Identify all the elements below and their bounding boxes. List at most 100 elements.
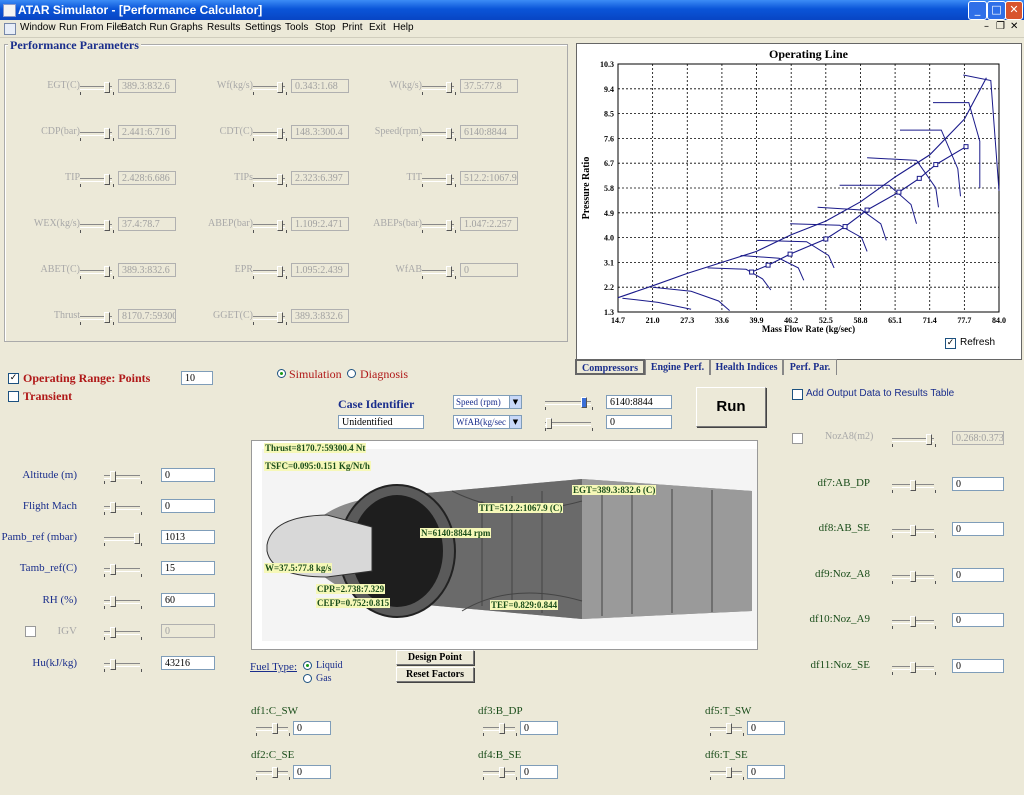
factor-input-df8-ab-se[interactable]: 0 [952,522,1004,536]
input-slider-tamb-ref-c[interactable] [104,564,142,577]
variable-range-input-2[interactable]: 0 [606,415,672,429]
param-range-tit[interactable]: 512.2:1067.9 [460,171,518,185]
param-slider-tip[interactable] [80,174,114,187]
output-variable-select-1[interactable]: Speed (rpm) ▼ [453,395,522,409]
noz-a8-checkbox[interactable] [792,433,803,444]
input-field-flight-mach[interactable]: 0 [161,499,215,513]
close-icon[interactable]: ✕ [1005,1,1023,20]
factor-input-df10-noz-a9[interactable]: 0 [952,613,1004,627]
input-field-pamb-ref-mbar[interactable]: 1013 [161,530,215,544]
input-slider-flight-mach[interactable] [104,502,142,515]
param-range-thrust[interactable]: 8170.7:59300 [118,309,176,323]
input-field-altitude-m[interactable]: 0 [161,468,215,482]
fuel-gas-radio[interactable] [303,674,312,683]
factor-input-df7-ab-dp[interactable]: 0 [952,477,1004,491]
param-slider-abep-bar[interactable] [253,220,287,233]
tab-compressors[interactable]: Compressors [575,359,645,375]
menu-run-from-file[interactable]: Run From File [59,22,122,33]
menu-exit[interactable]: Exit [369,22,386,33]
param-slider-thrust[interactable] [80,312,114,325]
param-slider-wfab[interactable] [422,266,456,279]
menu-graphs[interactable]: Graphs [170,22,203,33]
param-range-tips[interactable]: 2.323:6.397 [291,171,349,185]
igv-checkbox[interactable] [25,626,36,637]
run-button[interactable]: Run [696,387,766,427]
points-input[interactable]: 10 [181,371,213,385]
factor-slider-df6-t-se[interactable] [710,767,744,780]
param-range-gget-c[interactable]: 389.3:832.6 [291,309,349,323]
factor-slider-df7-ab-dp[interactable] [892,480,936,493]
param-range-egt-c[interactable]: 389.3:832.6 [118,79,176,93]
document-icon[interactable] [4,23,16,35]
factor-slider-df10-noz-a9[interactable] [892,616,936,629]
menu-results[interactable]: Results [207,22,240,33]
diagnosis-radio[interactable] [347,369,356,378]
app-icon[interactable] [3,4,16,17]
operating-range-checkbox[interactable]: ✓ [8,373,19,384]
input-field-tamb-ref-c[interactable]: 15 [161,561,215,575]
menu-print[interactable]: Print [342,22,363,33]
factor-input-df1-c-sw[interactable]: 0 [293,721,331,735]
param-range-cdt-c[interactable]: 148.3:300.4 [291,125,349,139]
tab-health-indices[interactable]: Health Indices [710,359,783,375]
param-slider-speed-rpm[interactable] [422,128,456,141]
input-field-hu-kj-kg[interactable]: 43216 [161,656,215,670]
factor-slider-df4-b-se[interactable] [483,767,517,780]
transient-checkbox[interactable] [8,391,19,402]
menu-stop[interactable]: Stop [315,22,336,33]
variable-range-input-1[interactable]: 6140:8844 [606,395,672,409]
noz-a8-slider[interactable] [892,434,936,447]
tab-engine-perf[interactable]: Engine Perf. [645,359,710,375]
variable-slider-1[interactable] [545,397,593,410]
param-range-cdp-bar[interactable]: 2.441:6.716 [118,125,176,139]
menu-help[interactable]: Help [393,22,414,33]
simulation-radio[interactable] [277,369,286,378]
factor-slider-df9-noz-a8[interactable] [892,571,936,584]
factor-slider-df8-ab-se[interactable] [892,525,936,538]
factor-slider-df2-c-se[interactable] [256,767,290,780]
param-slider-epr[interactable] [253,266,287,279]
param-range-epr[interactable]: 1.095:2.439 [291,263,349,277]
param-slider-gget-c[interactable] [253,312,287,325]
param-slider-cdt-c[interactable] [253,128,287,141]
factor-slider-df11-noz-se[interactable] [892,662,936,675]
input-slider-rh[interactable] [104,596,142,609]
param-range-wfab[interactable]: 0 [460,263,518,277]
param-range-wex-kg-s[interactable]: 37.4:78.7 [118,217,176,231]
factor-slider-df3-b-dp[interactable] [483,723,517,736]
input-slider-igv[interactable] [104,627,142,640]
param-range-abeps-bar[interactable]: 1.047:2.257 [460,217,518,231]
input-field-igv[interactable]: 0 [161,624,215,638]
input-slider-hu-kj-kg[interactable] [104,659,142,672]
factor-input-df6-t-se[interactable]: 0 [747,765,785,779]
case-identifier-input[interactable]: Unidentified [338,415,424,429]
maximize-icon[interactable]: □ [987,1,1006,20]
design-point-button[interactable]: Design Point [396,650,474,665]
param-slider-abet-c[interactable] [80,266,114,279]
param-range-abep-bar[interactable]: 1.109:2.471 [291,217,349,231]
menu-tools[interactable]: Tools [285,22,308,33]
input-slider-altitude-m[interactable] [104,471,142,484]
factor-input-df5-t-sw[interactable]: 0 [747,721,785,735]
fuel-liquid-radio[interactable] [303,661,312,670]
add-output-checkbox[interactable] [792,389,803,400]
factor-input-df11-noz-se[interactable]: 0 [952,659,1004,673]
factor-input-df4-b-se[interactable]: 0 [520,765,558,779]
output-variable-select-2[interactable]: WfAB(kg/sec ▼ [453,415,522,429]
menu-batch-run[interactable]: Batch Run [121,22,168,33]
param-slider-wf-kg-s[interactable] [253,82,287,95]
factor-slider-df5-t-sw[interactable] [710,723,744,736]
menu-settings[interactable]: Settings [245,22,281,33]
input-slider-pamb-ref-mbar[interactable] [104,533,142,546]
mdi-minimize-icon[interactable]: – [984,21,989,32]
param-slider-tit[interactable] [422,174,456,187]
mdi-restore-icon[interactable]: ❐ [996,21,1005,32]
noz-a8-input[interactable]: 0.268:0.373 [952,431,1004,445]
dropdown-arrow-icon[interactable]: ▼ [509,396,521,408]
factor-input-df2-c-se[interactable]: 0 [293,765,331,779]
param-range-abet-c[interactable]: 389.3:832.6 [118,263,176,277]
refresh-checkbox[interactable]: ✓ [945,338,956,349]
param-slider-abeps-bar[interactable] [422,220,456,233]
variable-slider-2[interactable] [545,418,593,431]
param-slider-egt-c[interactable] [80,82,114,95]
